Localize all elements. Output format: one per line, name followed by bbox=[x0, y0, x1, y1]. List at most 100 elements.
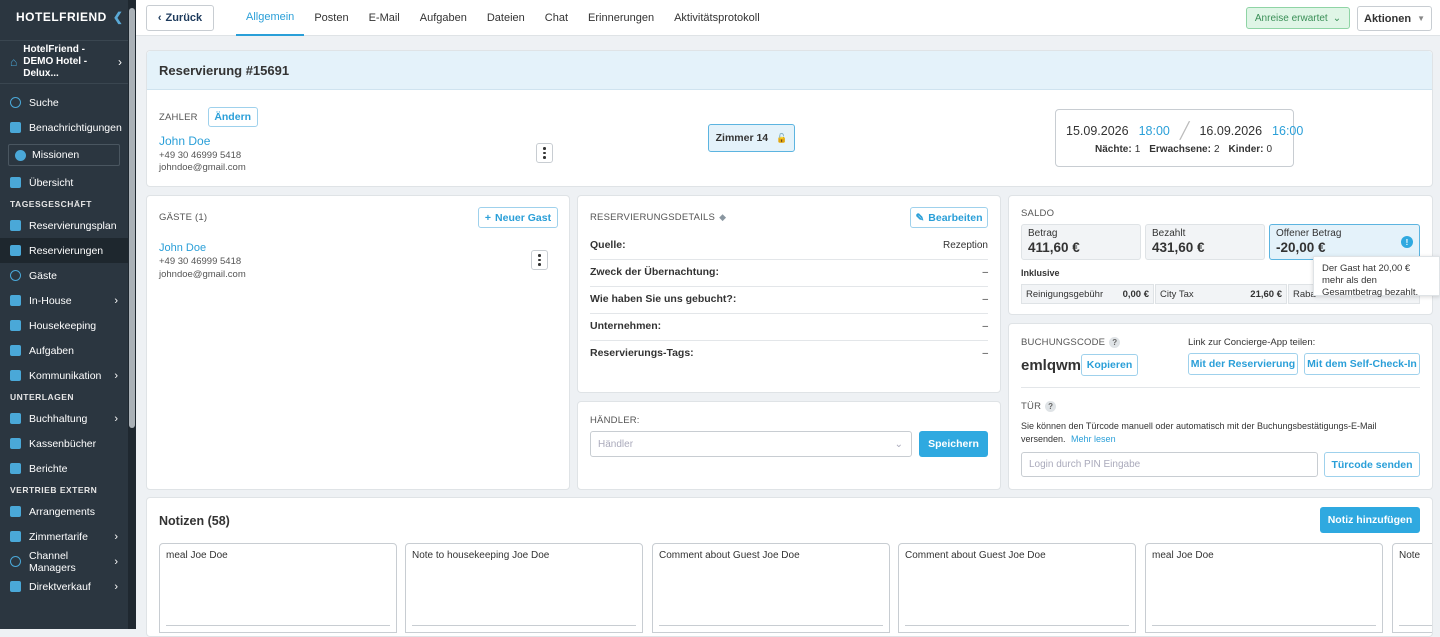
sidebar-item-channel-managers[interactable]: Channel Managers › bbox=[0, 549, 128, 574]
sidebar-item-arrangements[interactable]: Arrangements bbox=[0, 499, 128, 524]
note-card[interactable]: Note to housekeeping Joe Doe bbox=[405, 543, 643, 633]
arrival-time: 18:00 bbox=[1138, 124, 1170, 138]
sidebar-item-housekeeping[interactable]: Housekeeping bbox=[0, 313, 128, 338]
tab-allgemein[interactable]: Allgemein bbox=[236, 0, 305, 36]
payer-email: johndoe@gmail.com bbox=[159, 162, 246, 173]
note-text: Note bbox=[1399, 550, 1421, 561]
tab-dateien[interactable]: Dateien bbox=[477, 0, 535, 36]
note-text: meal Joe Doe bbox=[166, 550, 228, 561]
brand-logo[interactable]: HOTELFRIEND ❮ bbox=[0, 0, 128, 34]
read-more-link[interactable]: Mehr lesen bbox=[1071, 434, 1116, 444]
document-icon bbox=[10, 245, 21, 256]
sidebar-item-reservierungen[interactable]: Reservierungen bbox=[0, 238, 128, 263]
chat-icon bbox=[10, 370, 21, 381]
sidebar-item-label: Berichte bbox=[29, 462, 68, 475]
payer-more-button[interactable] bbox=[536, 143, 553, 163]
detail-value: – bbox=[982, 266, 988, 278]
chevron-down-icon: ⌄ bbox=[894, 438, 903, 450]
share-self-checkin-button[interactable]: Mit dem Self-Check-In bbox=[1304, 353, 1420, 375]
new-guest-button[interactable]: + Neuer Gast bbox=[478, 207, 558, 228]
grid-icon bbox=[10, 413, 21, 424]
wrench-icon bbox=[10, 345, 21, 356]
booking-code: emlqwm bbox=[1021, 357, 1082, 374]
note-card[interactable]: Note bbox=[1392, 543, 1432, 633]
share-with-reservation-button[interactable]: Mit der Reservierung bbox=[1188, 353, 1298, 375]
save-haendler-button[interactable]: Speichern bbox=[919, 431, 988, 457]
tab-aktivitaetsprotokoll[interactable]: Aktivitätsprotokoll bbox=[664, 0, 770, 36]
tab-chat[interactable]: Chat bbox=[535, 0, 578, 36]
pin-input[interactable]: Login durch PIN Eingabe bbox=[1021, 452, 1318, 477]
haendler-placeholder: Händler bbox=[598, 438, 634, 450]
sidebar-item-berichte[interactable]: Berichte bbox=[0, 456, 128, 481]
tab-aufgaben[interactable]: Aufgaben bbox=[410, 0, 477, 36]
chevron-right-icon: › bbox=[114, 530, 118, 543]
sidebar-item-aufgaben[interactable]: Aufgaben bbox=[0, 338, 128, 363]
add-note-button[interactable]: Notiz hinzufügen bbox=[1320, 507, 1420, 533]
info-icon[interactable]: ! bbox=[1401, 236, 1413, 248]
date-box[interactable]: 15.09.2026 18:00 ╱ 16.09.2026 16:00 Näch… bbox=[1055, 109, 1303, 167]
detail-row-zweck: Zweck der Übernachtung: – bbox=[590, 259, 988, 285]
edit-details-button[interactable]: ✎ Bearbeiten bbox=[910, 207, 988, 228]
help-icon[interactable]: ? bbox=[1045, 401, 1057, 412]
home-icon: ⌂ bbox=[10, 55, 18, 69]
missionen-button[interactable]: Missionen bbox=[8, 144, 120, 166]
note-card[interactable]: Comment about Guest Joe Doe bbox=[652, 543, 890, 633]
back-button[interactable]: ‹ Zurück bbox=[146, 5, 214, 31]
note-card[interactable]: meal Joe Doe bbox=[1145, 543, 1383, 633]
room-badge[interactable]: Zimmer 14 🔓 bbox=[708, 124, 795, 152]
note-text: meal Joe Doe bbox=[1152, 550, 1214, 561]
search-icon bbox=[10, 97, 21, 108]
sidebar-item-label: In-House bbox=[29, 294, 72, 307]
guest-name[interactable]: John Doe bbox=[159, 242, 206, 254]
sidebar-item-zimmertarife[interactable]: Zimmertarife › bbox=[0, 524, 128, 549]
detail-row-tags: Reservierungs-Tags: – bbox=[590, 340, 988, 366]
note-text: Comment about Guest Joe Doe bbox=[659, 550, 800, 561]
sidebar-item-benachrichtigungen[interactable]: Benachrichtigungen bbox=[0, 115, 128, 140]
copy-code-button[interactable]: Kopieren bbox=[1081, 354, 1138, 376]
bezahlt-label: Bezahlt bbox=[1152, 228, 1186, 239]
reservation-details-card: RESERVIERUNGSDETAILS ◆ ✎ Bearbeiten Quelle… bbox=[577, 195, 1001, 393]
sidebar-item-buchhaltung[interactable]: Buchhaltung › bbox=[0, 406, 128, 431]
hotel-selector[interactable]: ⌂ HotelFriend - DEMO Hotel - Delux... › bbox=[0, 40, 128, 84]
collapse-sidebar-icon[interactable]: ❮ bbox=[113, 10, 124, 24]
note-card[interactable]: Comment about Guest Joe Doe bbox=[898, 543, 1136, 633]
change-payer-button[interactable]: Ändern bbox=[207, 107, 258, 127]
payer-name[interactable]: John Doe bbox=[159, 134, 210, 148]
status-dropdown[interactable]: Anreise erwartet ⌄ bbox=[1246, 7, 1350, 29]
sidebar-item-label: Suche bbox=[29, 96, 59, 109]
tab-email[interactable]: E-Mail bbox=[359, 0, 410, 36]
detail-key: Wie haben Sie uns gebucht?: bbox=[590, 293, 737, 305]
offen-label: Offener Betrag bbox=[1276, 228, 1342, 239]
haendler-title: HÄNDLER: bbox=[590, 415, 640, 426]
sidebar-item-uebersicht[interactable]: Übersicht bbox=[0, 170, 128, 195]
help-icon[interactable]: ? bbox=[1109, 337, 1121, 348]
sidebar-item-reservierungsplan[interactable]: Reservierungsplan bbox=[0, 213, 128, 238]
sidebar-item-direktverkauf[interactable]: Direktverkauf › bbox=[0, 574, 128, 599]
tabs: Allgemein Posten E-Mail Aufgaben Dateien… bbox=[236, 0, 770, 36]
payer-phone: +49 30 46999 5418 bbox=[159, 150, 242, 161]
cart-icon bbox=[10, 295, 21, 306]
guest-more-button[interactable] bbox=[531, 250, 548, 270]
offen-value: -20,00 € bbox=[1276, 240, 1326, 255]
divider bbox=[1021, 387, 1420, 388]
pencil-icon: ✎ bbox=[915, 211, 925, 224]
haendler-select[interactable]: Händler ⌄ bbox=[590, 431, 912, 457]
incl-reinigung: Reinigungsgebühr 0,00 € bbox=[1021, 284, 1154, 304]
guests-card: GÄSTE (1) + Neuer Gast John Doe +49 30 46… bbox=[146, 195, 570, 490]
sidebar-scrollbar[interactable] bbox=[128, 0, 136, 629]
sidebar-item-gaeste[interactable]: Gäste bbox=[0, 263, 128, 288]
tab-erinnerungen[interactable]: Erinnerungen bbox=[578, 0, 664, 36]
sidebar-item-in-house[interactable]: In-House › bbox=[0, 288, 128, 313]
sidebar-item-suche[interactable]: Suche bbox=[0, 90, 128, 115]
sidebar-item-kassenbuecher[interactable]: Kassenbücher bbox=[0, 431, 128, 456]
scrollbar-thumb[interactable] bbox=[129, 8, 135, 428]
sidebar-item-kommunikation[interactable]: Kommunikation › bbox=[0, 363, 128, 388]
note-card[interactable]: meal Joe Doe bbox=[159, 543, 397, 633]
incl-value: 21,60 € bbox=[1250, 288, 1282, 300]
tab-posten[interactable]: Posten bbox=[304, 0, 358, 36]
notes-card: Notizen (58) Notiz hinzufügen meal Joe D… bbox=[146, 497, 1433, 637]
send-door-code-button[interactable]: Türcode senden bbox=[1324, 452, 1420, 477]
children-value: 0 bbox=[1266, 144, 1273, 155]
detail-value: – bbox=[982, 347, 988, 359]
actions-dropdown[interactable]: Aktionen ▼ bbox=[1357, 6, 1432, 31]
